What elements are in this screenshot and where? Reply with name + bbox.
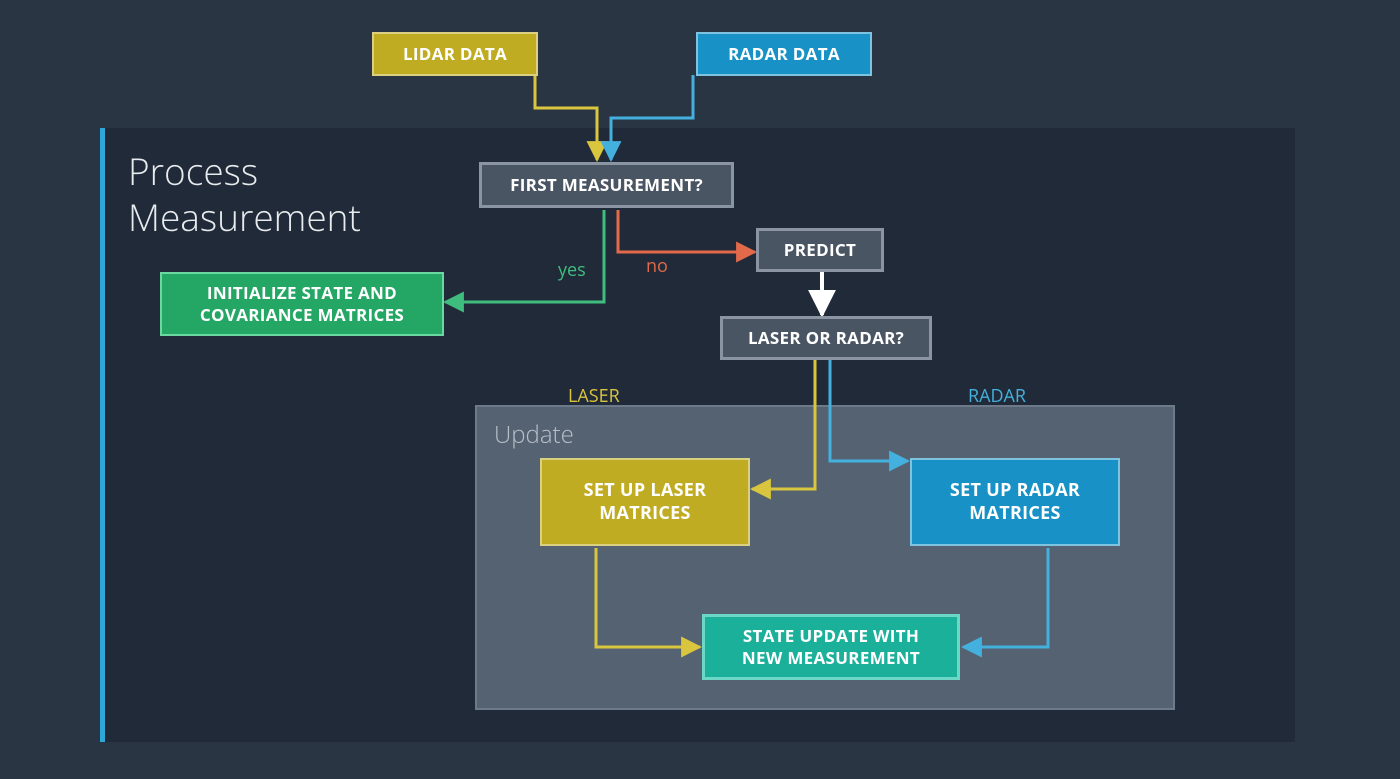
label-no: no <box>646 254 668 278</box>
label-laser: LASER <box>568 384 620 408</box>
node-radar-data: RADAR DATA <box>696 32 872 76</box>
node-first-measurement: FIRST MEASUREMENT? <box>479 162 734 208</box>
node-laser-or-radar: LASER OR RADAR? <box>720 316 932 360</box>
node-setup-radar: SET UP RADAR MATRICES <box>910 458 1120 546</box>
node-predict: PREDICT <box>756 228 884 272</box>
label-radar: RADAR <box>968 384 1026 408</box>
node-state-update: STATE UPDATE WITH NEW MEASUREMENT <box>702 614 960 680</box>
update-title: Update <box>494 418 574 451</box>
label-yes: yes <box>558 258 586 282</box>
node-setup-laser: SET UP LASER MATRICES <box>540 458 750 546</box>
section-title: Process Measurement <box>128 148 361 241</box>
node-lidar-data: LIDAR DATA <box>372 32 538 76</box>
node-initialize: INITIALIZE STATE AND COVARIANCE MATRICES <box>160 272 444 336</box>
